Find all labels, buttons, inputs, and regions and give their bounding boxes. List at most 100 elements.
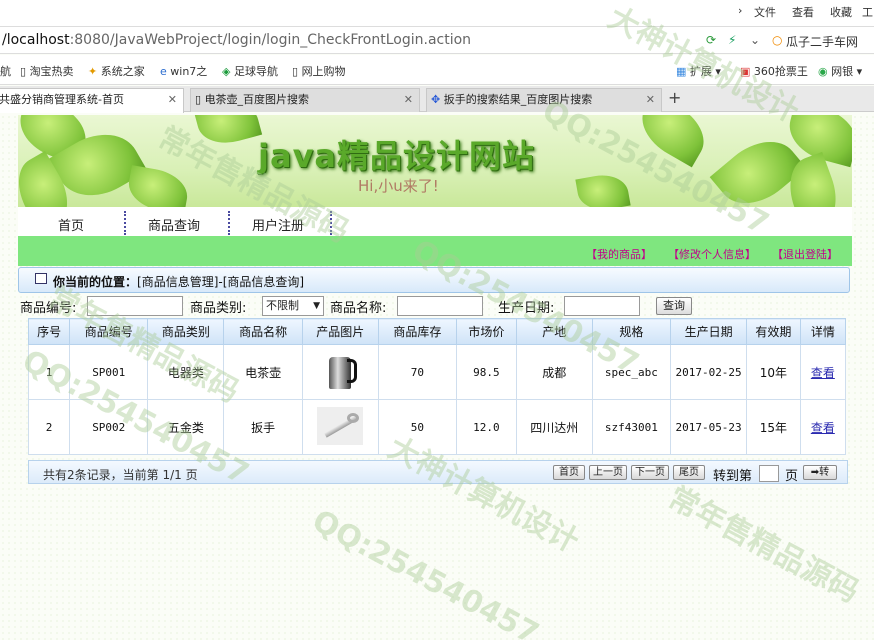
cell-no: 2	[27, 399, 71, 455]
menu-favorites[interactable]: 收藏	[830, 4, 852, 20]
record-summary: 共有2条记录，当前第 1/1 页	[43, 468, 198, 482]
col-header: 市场价	[456, 318, 517, 345]
col-header: 产地	[515, 318, 593, 345]
breadcrumb: 你当前的位置：[商品信息管理]-[商品信息查询]	[18, 267, 850, 293]
cell-code: SP002	[69, 399, 149, 455]
type-select[interactable]: 不限制 ▼	[262, 296, 324, 316]
paw-icon: ✥	[431, 93, 444, 106]
view-detail-link[interactable]: 查看	[811, 421, 835, 435]
menu-file[interactable]: 文件	[754, 4, 776, 20]
col-header: 详情	[799, 318, 847, 345]
name-input[interactable]	[397, 296, 483, 316]
kettle-image	[323, 351, 358, 391]
go-button[interactable]: ➡转	[803, 465, 837, 480]
col-header: 商品名称	[223, 318, 303, 345]
cell-date: 2017-02-25	[669, 344, 748, 400]
ie-icon: e	[160, 65, 171, 78]
close-icon[interactable]: ✕	[404, 89, 413, 111]
nav-product-query[interactable]: 商品查询	[148, 215, 200, 234]
page-icon: ▯	[292, 65, 302, 78]
menu-tools[interactable]: 工	[862, 4, 873, 20]
leaf-decoration	[193, 115, 263, 151]
bookmarks-bar: 航 ▯ 淘宝热卖 ✦ 系统之家 e win7之 ◈ 足球导航 ▯ 网上购物 ▦ …	[0, 55, 874, 85]
star-icon: ✦	[88, 65, 101, 78]
type-label: 商品类别:	[190, 301, 247, 316]
col-header: 商品类别	[147, 318, 225, 345]
extensions-button[interactable]: ▦ 扩展 ▾	[676, 63, 721, 79]
cell-origin: 成都	[515, 344, 593, 400]
col-header: 序号	[27, 318, 71, 345]
next-page-button[interactable]: 下一页	[631, 465, 669, 480]
table-row: 2 SP002 五金类 扳手 50 12.0 四川达州 szf43001 201…	[27, 399, 847, 455]
main-nav: 首页 商品查询 用户注册	[18, 207, 852, 237]
address-bar[interactable]: /localhost:8080/JavaWebProject/login/log…	[0, 26, 874, 54]
nav-divider	[124, 211, 126, 235]
nav-home[interactable]: 首页	[58, 215, 84, 234]
url-text[interactable]: /localhost:8080/JavaWebProject/login/log…	[2, 32, 471, 48]
bookmark-item[interactable]: 航	[0, 63, 11, 79]
wrench-image	[317, 406, 364, 445]
menu-chevron-icon[interactable]: ›	[738, 4, 742, 17]
first-page-button[interactable]: 首页	[553, 465, 585, 480]
code-input[interactable]	[87, 296, 183, 316]
cell-type: 电器类	[147, 344, 225, 400]
refresh-icon[interactable]: ⟳	[706, 33, 716, 47]
nav-divider	[330, 211, 332, 235]
nav-register[interactable]: 用户注册	[252, 215, 304, 234]
new-tab-button[interactable]: +	[668, 88, 681, 107]
search-form: 商品编号: 商品类别: 不限制 ▼ 商品名称: 生产日期: 查询	[0, 295, 874, 317]
cell-type: 五金类	[147, 399, 225, 455]
edit-profile-link[interactable]: 【修改个人信息】	[668, 246, 756, 262]
leaf-decoration	[575, 170, 631, 207]
browser-menubar: › 文件 查看 收藏 工	[0, 0, 874, 26]
lightning-icon[interactable]: ⚡	[728, 33, 736, 47]
close-icon[interactable]: ✕	[646, 89, 655, 111]
tab-home[interactable]: 共盛分销商管理系统-首页 ✕	[0, 88, 184, 113]
col-header: 商品库存	[377, 318, 458, 345]
bookmark-item[interactable]: ◉ 网银 ▾	[818, 63, 862, 79]
globe-icon: ◈	[222, 65, 234, 78]
col-header: 有效期	[746, 318, 801, 345]
shield-icon: ◉	[818, 65, 832, 78]
pagination: 共有2条记录，当前第 1/1 页 首页 上一页 下一页 尾页 转到第 页 ➡转	[28, 460, 848, 484]
col-header: 商品编号	[69, 318, 149, 345]
logout-link[interactable]: 【退出登陆】	[772, 246, 838, 262]
cell-name: 电茶壶	[223, 344, 303, 400]
close-icon[interactable]: ✕	[168, 89, 177, 111]
book-icon	[35, 273, 47, 284]
page-unit-label: 页	[785, 469, 799, 484]
table-header-row: 序号 商品编号 商品类别 商品名称 产品图片 商品库存 市场价 产地 规格 生产…	[27, 318, 847, 345]
cell-detail: 查看	[799, 344, 847, 400]
tab-kettle[interactable]: ▯ 电茶壶_百度图片搜索 ✕	[190, 88, 420, 112]
last-page-button[interactable]: 尾页	[673, 465, 705, 480]
page-icon: ▯	[195, 93, 205, 106]
search-hint[interactable]: 瓜子二手车网	[786, 33, 858, 50]
page-number-input[interactable]	[759, 465, 779, 482]
query-button[interactable]: 查询	[656, 297, 692, 315]
ticket-icon: ▣	[740, 65, 754, 78]
tab-wrench[interactable]: ✥ 扳手的搜索结果_百度图片搜索 ✕	[426, 88, 662, 112]
view-detail-link[interactable]: 查看	[811, 366, 835, 380]
chevron-down-icon[interactable]: ⌄	[750, 33, 760, 47]
my-products-link[interactable]: 【我的商品】	[586, 246, 652, 262]
breadcrumb-label: 你当前的位置：	[53, 275, 138, 289]
nav-divider	[228, 211, 230, 235]
bookmark-item[interactable]: ▯ 淘宝热卖	[20, 63, 74, 79]
name-label: 商品名称:	[330, 301, 387, 316]
bookmark-item[interactable]: e win7之	[160, 63, 207, 79]
bookmark-item[interactable]: ◈ 足球导航	[222, 63, 278, 79]
prev-page-button[interactable]: 上一页	[589, 465, 627, 480]
bookmark-item[interactable]: ▯ 网上购物	[292, 63, 346, 79]
cell-name: 扳手	[223, 399, 303, 455]
watermark: 常年售精品源码	[662, 480, 865, 610]
bookmark-item[interactable]: ✦ 系统之家	[88, 63, 145, 79]
banner-title: java精品设计网站	[258, 137, 536, 175]
watermark: QQ:254540457	[306, 503, 545, 640]
search-engine-icon[interactable]: ○	[772, 33, 782, 47]
menu-view[interactable]: 查看	[792, 4, 814, 20]
cell-detail: 查看	[799, 399, 847, 455]
bookmark-item[interactable]: ▣ 360抢票王	[740, 63, 808, 79]
date-input[interactable]	[564, 296, 640, 316]
cell-stock: 50	[377, 399, 458, 455]
jump-label: 转到第	[713, 469, 753, 484]
